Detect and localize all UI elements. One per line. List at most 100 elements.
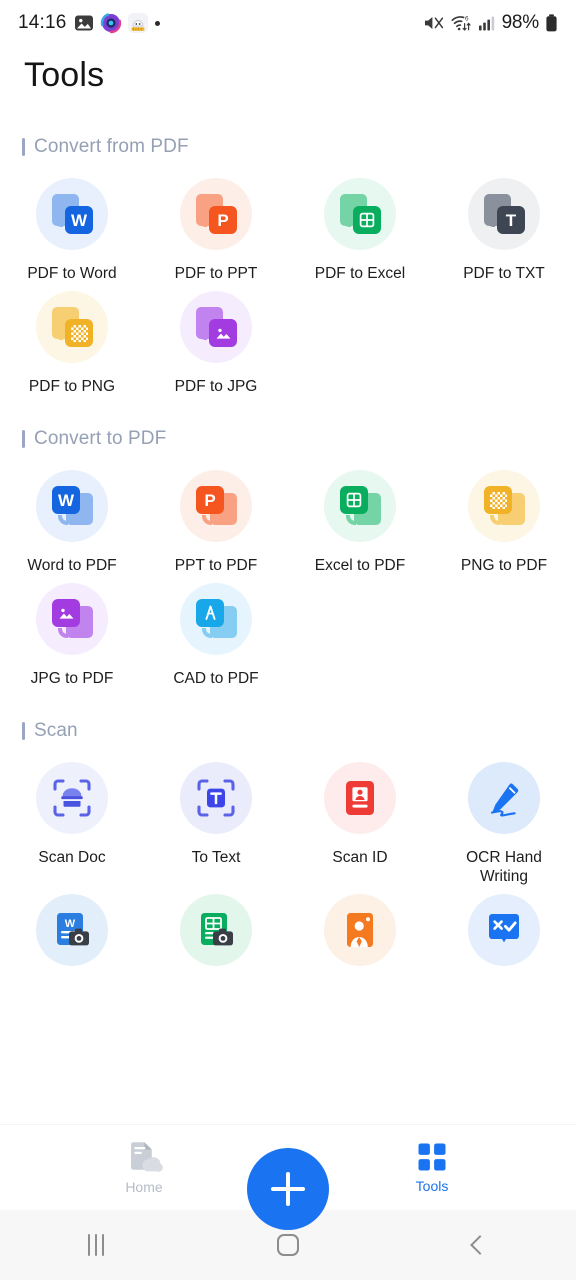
grid-glyph <box>359 212 375 228</box>
recents-button[interactable] <box>0 1234 192 1256</box>
tool-item-jpg-to-pdf[interactable]: JPG to PDF <box>0 577 144 688</box>
home-doc-cloud-icon <box>131 1141 163 1172</box>
tool-label: Excel to PDF <box>314 557 406 574</box>
section-title: Convert to PDF <box>34 428 167 449</box>
svg-text:6: 6 <box>465 15 469 22</box>
tool-item-grading[interactable] <box>432 888 576 980</box>
dot-indicator <box>154 20 160 26</box>
tool-label: JPG to PDF <box>30 670 114 687</box>
checker-glyph <box>70 324 88 342</box>
tool-item-pdf-to-txt[interactable]: T PDF to TXT <box>432 172 576 283</box>
tool-item-word-to-pdf[interactable]: W Word to PDF <box>0 464 144 575</box>
png-to-pdf-icon <box>468 470 540 542</box>
pdf-to-png-icon <box>36 291 108 363</box>
back-button[interactable] <box>384 1235 576 1255</box>
pdf-to-ppt-icon: P <box>180 178 252 250</box>
cat-app-icon <box>127 13 148 33</box>
grid-glyph <box>346 492 362 508</box>
tool-label: PDF to Word <box>27 265 117 282</box>
tool-item-pdf-to-ppt[interactable]: P PDF to PPT <box>144 172 288 283</box>
tool-label: Scan ID <box>332 849 388 866</box>
section-title: Convert from PDF <box>34 136 189 157</box>
tool-item-ocr-handwriting[interactable]: OCR Hand Writing <box>432 756 576 886</box>
tool-item-to-text[interactable]: To Text <box>144 756 288 886</box>
status-bar-left: 14:16 <box>18 12 160 34</box>
section-accent-bar <box>22 138 25 156</box>
home-button[interactable] <box>192 1234 384 1256</box>
tab-label: Tools <box>415 1177 449 1194</box>
portrait-scan-icon <box>324 894 396 966</box>
battery-icon <box>546 14 557 32</box>
photo-glyph <box>59 608 73 619</box>
section-accent-bar <box>22 430 25 448</box>
compass-glyph <box>204 605 216 620</box>
tool-item-ppt-to-pdf[interactable]: P PPT to PDF <box>144 464 288 575</box>
tools-grid-icon <box>418 1143 446 1170</box>
recents-icon <box>88 1234 104 1256</box>
mute-icon <box>424 17 443 29</box>
circle-app-icon <box>100 12 121 34</box>
tool-item-scan-id[interactable]: Scan ID <box>288 756 432 886</box>
ocr-handwriting-icon <box>468 762 540 834</box>
tool-label: PDF to PNG <box>28 378 116 395</box>
tool-label: PDF to PPT <box>174 265 258 282</box>
tool-item-excel-scan[interactable] <box>144 888 288 980</box>
section-title: Scan <box>34 720 78 741</box>
tab-label: Home <box>125 1178 163 1195</box>
word-to-pdf-icon: W <box>36 470 108 542</box>
tools-scroll-area[interactable]: Convert from PDF W PDF to Word P PDF to <box>0 104 576 1125</box>
status-time: 14:16 <box>18 12 67 33</box>
tool-label: PDF to Excel <box>314 265 406 282</box>
tool-item-excel-to-pdf[interactable]: Excel to PDF <box>288 464 432 575</box>
tool-label: To Text <box>191 849 241 866</box>
tool-item-word-scan[interactable]: W <box>0 888 144 980</box>
tool-item-portrait-scan[interactable] <box>288 888 432 980</box>
tool-item-png-to-pdf[interactable]: PNG to PDF <box>432 464 576 575</box>
tool-label: CAD to PDF <box>173 670 259 687</box>
status-bar: 14:16 6 98% <box>0 0 576 46</box>
grading-icon <box>468 894 540 966</box>
excel-scan-icon <box>180 894 252 966</box>
section-accent-bar <box>22 722 25 740</box>
tool-grid-convert-to-pdf: W Word to PDF P PPT to PDF Excel to PDF … <box>0 464 576 688</box>
gallery-icon <box>74 15 93 31</box>
wifi-6-icon: 6 <box>451 15 471 31</box>
tool-label: PPT to PDF <box>174 557 258 574</box>
tool-label: PNG to PDF <box>460 557 548 574</box>
section-header-scan: Scan <box>0 720 576 742</box>
tool-item-pdf-to-jpg[interactable]: PDF to JPG <box>144 285 288 396</box>
excel-to-pdf-icon <box>324 470 396 542</box>
cad-to-pdf-icon <box>180 583 252 655</box>
tool-item-scan-doc[interactable]: Scan Doc <box>0 756 144 886</box>
tool-label: Scan Doc <box>38 849 106 866</box>
battery-percent: 98% <box>501 12 540 33</box>
pdf-to-jpg-icon <box>180 291 252 363</box>
tool-item-pdf-to-word[interactable]: W PDF to Word <box>0 172 144 283</box>
tab-tools[interactable]: Tools <box>288 1142 576 1194</box>
tool-item-cad-to-pdf[interactable]: CAD to PDF <box>144 577 288 688</box>
tool-label: PDF to TXT <box>463 265 545 282</box>
section-header-convert-from-pdf: Convert from PDF <box>0 136 576 158</box>
pdf-to-word-icon: W <box>36 178 108 250</box>
tool-label: Word to PDF <box>27 557 117 574</box>
jpg-to-pdf-icon <box>36 583 108 655</box>
tool-label: PDF to JPG <box>174 378 258 395</box>
svg-text:W: W <box>65 918 76 930</box>
scan-doc-icon <box>36 762 108 834</box>
status-bar-right: 6 98% <box>423 12 558 34</box>
word-scan-icon: W <box>36 894 108 966</box>
scan-id-icon <box>324 762 396 834</box>
tab-home[interactable]: Home <box>0 1141 288 1195</box>
signal-bars-icon <box>478 16 494 31</box>
ppt-to-pdf-icon: P <box>180 470 252 542</box>
tool-grid-scan: Scan Doc To Text Scan ID OCR Hand Writin… <box>0 756 576 980</box>
tool-item-pdf-to-png[interactable]: PDF to PNG <box>0 285 144 396</box>
tool-item-pdf-to-excel[interactable]: PDF to Excel <box>288 172 432 283</box>
to-text-icon <box>180 762 252 834</box>
photo-glyph <box>216 328 230 339</box>
home-icon <box>277 1234 299 1256</box>
checker-glyph <box>489 491 507 509</box>
back-icon <box>470 1235 490 1255</box>
add-button[interactable] <box>247 1148 329 1230</box>
pdf-to-excel-icon <box>324 178 396 250</box>
